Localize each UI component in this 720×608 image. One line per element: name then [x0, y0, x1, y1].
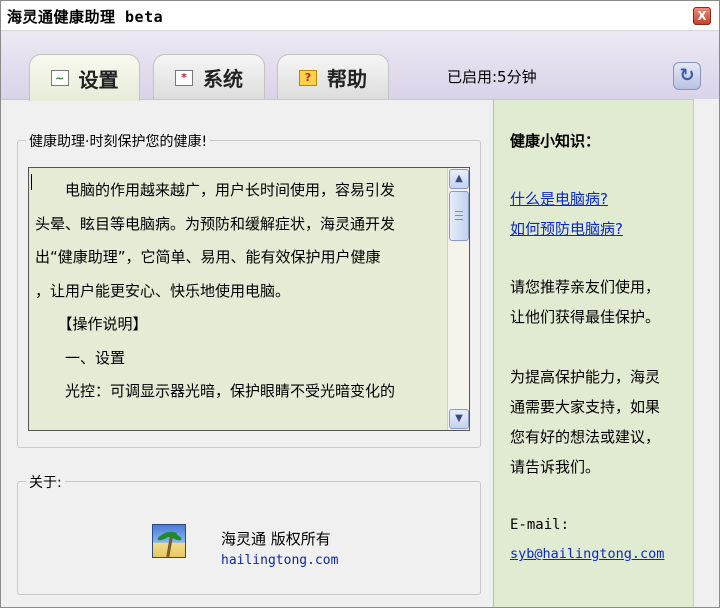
- email-label: E-mail:: [510, 517, 570, 533]
- paragraph-line: 您有好的想法或建议，: [510, 428, 661, 446]
- chevron-down-icon: ▼: [455, 413, 463, 424]
- close-icon: X: [697, 9, 707, 23]
- instructions-group: 健康助理·时刻保护您的健康! 电脑的作用越来越广，用户长时间使用，容易引发 头晕…: [17, 131, 481, 448]
- how-to-prevent-link[interactable]: 如何预防电脑病?: [510, 218, 623, 239]
- main-pane: 健康助理·时刻保护您的健康! 电脑的作用越来越广，用户长时间使用，容易引发 头晕…: [1, 99, 493, 607]
- paragraph-line: 为提高保护能力，海灵: [510, 368, 661, 386]
- recommend-paragraph: 请您推荐亲友们使用， 让他们获得最佳保护。: [510, 272, 692, 332]
- text-line: 光控：可调显示器光暗，保护眼睛不受光暗变化的: [35, 382, 396, 400]
- grip-icon: [455, 211, 463, 220]
- uptime-status: 已启用:5分钟: [447, 68, 537, 86]
- app-window: 海灵通健康助理 beta X ~ 设置 * 系统 ? 帮助 已启用:5分钟 ↻ …: [0, 0, 720, 608]
- text-line: 电脑的作用越来越广，用户长时间使用，容易引发: [35, 181, 396, 199]
- tab-settings[interactable]: ~ 设置: [29, 54, 140, 101]
- instructions-text: 电脑的作用越来越广，用户长时间使用，容易引发 头晕、眩目等电脑病。为预防和缓解症…: [29, 168, 447, 430]
- chevron-up-icon: ▲: [455, 173, 463, 184]
- close-button[interactable]: X: [693, 7, 711, 25]
- scroll-up-button[interactable]: ▲: [449, 169, 469, 189]
- text-line: 一、设置: [35, 348, 126, 367]
- paragraph-line: 让他们获得最佳保护。: [510, 308, 661, 326]
- text-line: 【操作说明】: [35, 315, 148, 333]
- what-is-computer-disease-link[interactable]: 什么是电脑病?: [510, 188, 608, 209]
- text-line: 出“健康助理”，它简单、易用、能有效保护用户健康: [35, 248, 381, 266]
- about-group-title: 关于:: [26, 472, 65, 492]
- tab-system[interactable]: * 系统: [153, 54, 265, 100]
- health-tips-panel: 健康小知识： 什么是电脑病? 如何预防电脑病? 请您推荐亲友们使用， 让他们获得…: [493, 99, 693, 607]
- refresh-icon: ↻: [679, 65, 695, 86]
- scroll-thumb[interactable]: [449, 191, 469, 241]
- side-panel-edge: [693, 99, 719, 607]
- tab-system-label: 系统: [203, 67, 243, 91]
- email-link[interactable]: syb@hailingtong.com: [510, 546, 664, 562]
- paragraph-line: 通需要大家支持，如果: [510, 398, 661, 416]
- vertical-scrollbar[interactable]: ▲ ▼: [447, 168, 469, 430]
- refresh-button[interactable]: ↻: [673, 62, 701, 90]
- text-line: 头晕、眩目等电脑病。为预防和缓解症状，海灵通开发: [35, 214, 396, 233]
- help-icon: ?: [299, 69, 317, 86]
- title-bar[interactable]: 海灵通健康助理 beta X: [1, 1, 719, 31]
- tab-strip: ~ 设置 * 系统 ? 帮助 已启用:5分钟 ↻: [1, 32, 719, 101]
- text-line: ，让用户能更安心、快乐地使用电脑。: [35, 281, 291, 300]
- paragraph-line: 请您推荐亲友们使用，: [510, 278, 661, 296]
- tab-help-label: 帮助: [327, 67, 367, 91]
- website-link[interactable]: hailingtong.com: [221, 553, 338, 568]
- feedback-paragraph: 为提高保护能力，海灵 通需要大家支持，如果 您有好的想法或建议， 请告诉我们。: [510, 362, 692, 482]
- copyright-text: 海灵通 版权所有: [221, 530, 331, 548]
- health-tips-title: 健康小知识：: [510, 132, 601, 150]
- tab-help[interactable]: ? 帮助: [277, 54, 389, 100]
- about-group: 关于: 海灵通 版权所有 hailingtong.com: [17, 472, 481, 595]
- tab-settings-label: 设置: [78, 67, 119, 92]
- scroll-down-button[interactable]: ▼: [449, 409, 469, 429]
- paragraph-line: 请告诉我们。: [510, 458, 601, 476]
- instructions-textarea[interactable]: 电脑的作用越来越广，用户长时间使用，容易引发 头晕、眩目等电脑病。为预防和缓解症…: [28, 167, 470, 431]
- instructions-group-title: 健康助理·时刻保护您的健康!: [26, 131, 211, 151]
- window-title: 海灵通健康助理 beta: [7, 8, 164, 26]
- system-icon: *: [175, 69, 193, 86]
- island-logo-icon: [152, 524, 186, 558]
- text-caret: [31, 174, 32, 190]
- chart-icon: ~: [50, 70, 69, 86]
